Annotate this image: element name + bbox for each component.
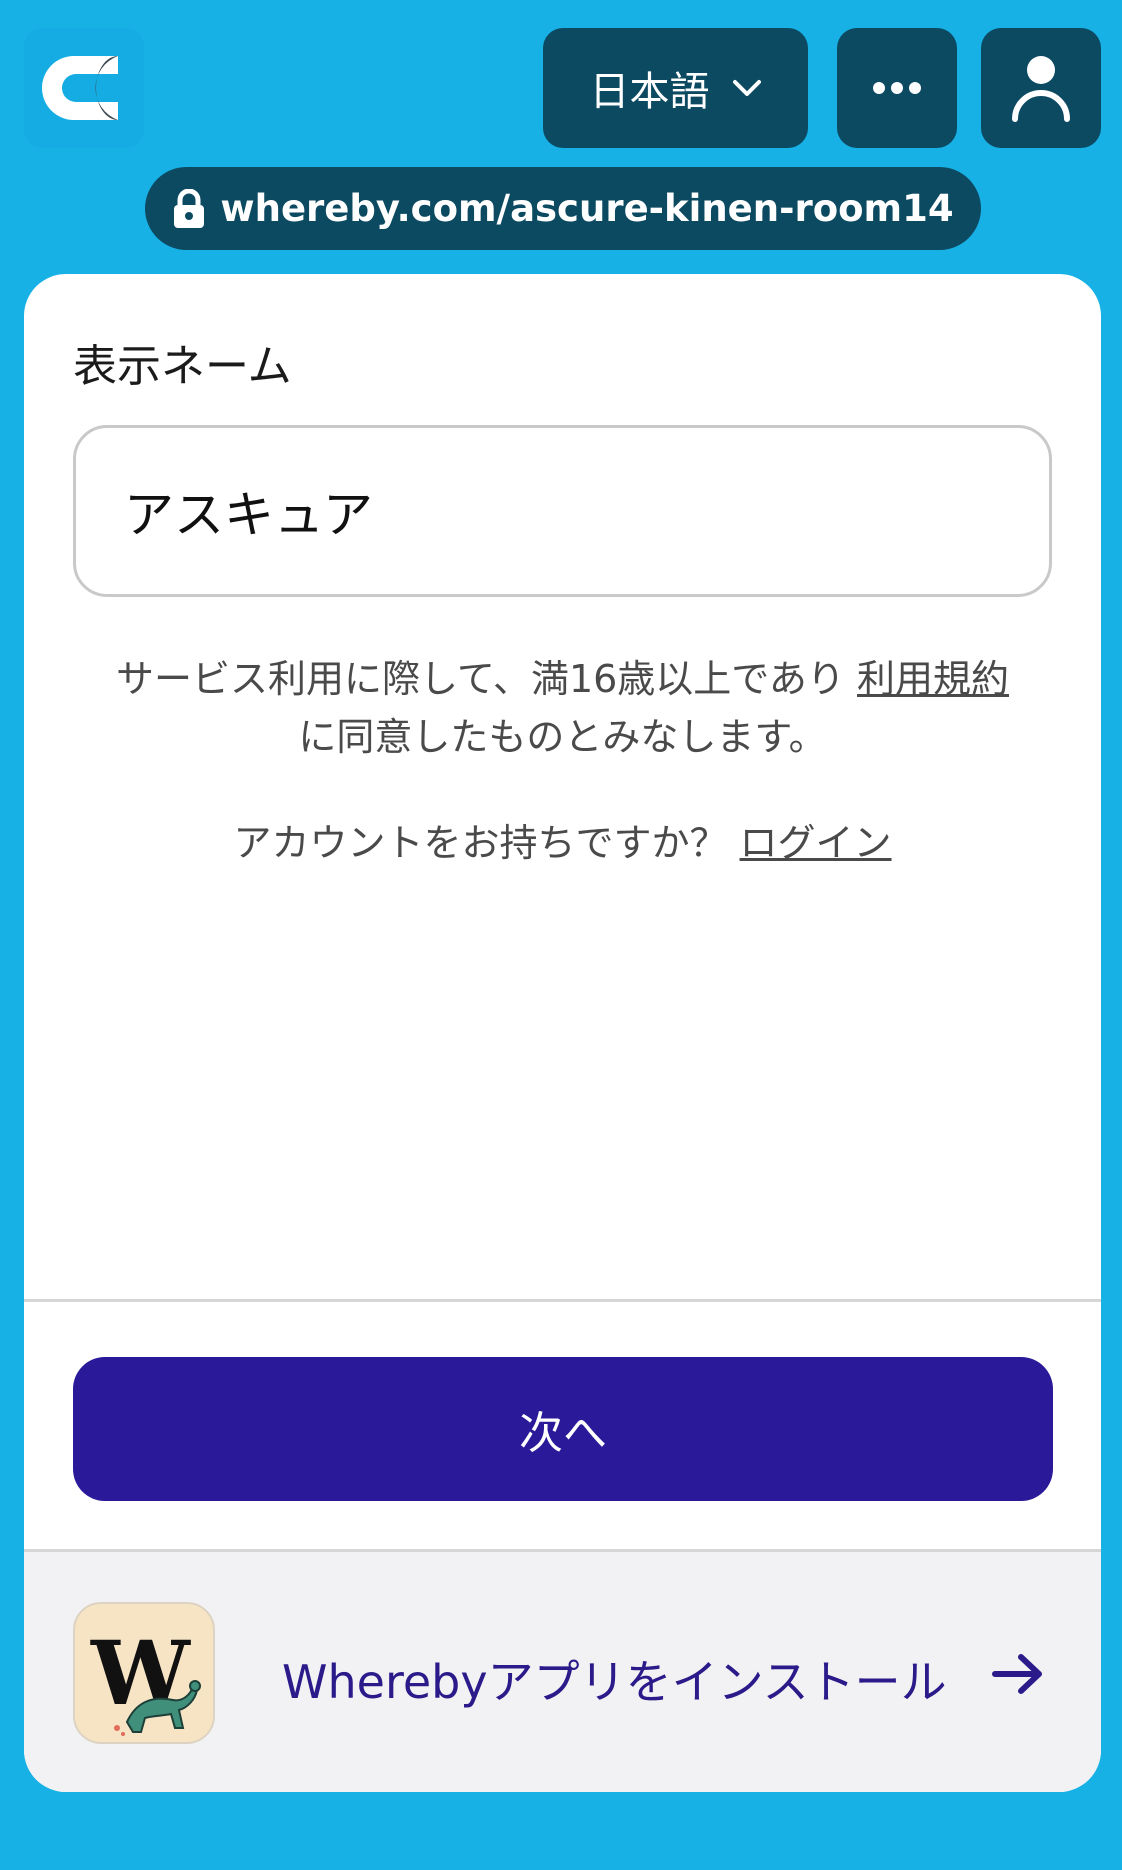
room-url: whereby.com/ascure-kinen-room14	[220, 187, 954, 230]
more-options-button[interactable]	[837, 28, 957, 148]
join-room-card: 表示ネーム サービス利用に際して、満16歳以上であり 利用規約 に同意したものと…	[24, 274, 1101, 1792]
divider	[24, 1299, 1101, 1302]
whereby-c-logo-icon	[42, 56, 118, 120]
terms-prefix: サービス利用に際して、満16歳以上であり	[115, 657, 857, 701]
display-name-label: 表示ネーム	[73, 341, 292, 392]
user-account-button[interactable]	[981, 28, 1101, 148]
terms-notice: サービス利用に際して、満16歳以上であり 利用規約 に同意したものとみなします。	[73, 650, 1052, 766]
language-selector[interactable]: 日本語	[543, 28, 808, 148]
chevron-down-icon	[732, 80, 761, 96]
whereby-app-icon: W	[73, 1602, 215, 1744]
language-label: 日本語	[589, 69, 710, 115]
user-icon	[1012, 56, 1070, 122]
account-prompt: アカウントをお持ちですか？ ログイン	[73, 812, 1052, 867]
more-horizontal-icon	[873, 82, 921, 94]
next-button[interactable]: 次へ	[73, 1357, 1053, 1501]
terms-of-service-link[interactable]: 利用規約	[857, 657, 1009, 701]
install-app-banner[interactable]: W Wherebyアプリをインストール	[24, 1552, 1101, 1792]
whereby-logo[interactable]	[24, 28, 144, 148]
lock-icon	[174, 188, 205, 228]
arrow-right-icon	[992, 1654, 1042, 1694]
account-question: アカウントをお持ちですか？	[233, 821, 740, 865]
terms-suffix: に同意したものとみなします。	[298, 715, 827, 759]
display-name-input[interactable]	[73, 425, 1052, 597]
login-link[interactable]: ログイン	[740, 821, 892, 865]
room-url-bar[interactable]: whereby.com/ascure-kinen-room14	[145, 167, 981, 250]
install-app-text: Wherebyアプリをインストール	[282, 1655, 947, 1709]
